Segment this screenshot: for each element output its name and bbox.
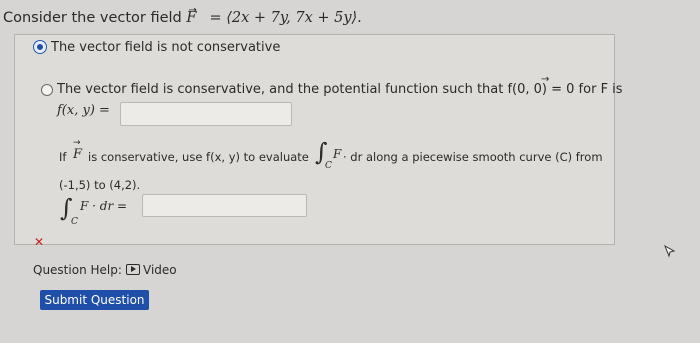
integral-input[interactable] [142,194,307,217]
cursor-icon [664,244,676,258]
field-symbol-3: F [333,147,342,161]
vector-arrow-icon: → [541,74,550,85]
integral-sub-2: C [71,217,78,227]
vector-arrow-icon: → [188,5,197,16]
question-prompt: Consider the vector field F→ = ⟨2x + 7y,… [3,5,362,26]
question-help-label: Question Help: [33,263,122,277]
video-icon [126,264,140,275]
submit-question-button[interactable]: Submit Question [40,290,149,310]
evaluate-prefix: If [59,150,67,164]
evaluate-mid: is conservative, use f(x, y) to evaluate [88,150,309,164]
video-label: Video [143,263,177,277]
integral-sub: C [325,161,332,171]
incorrect-mark-icon: ✕ [34,235,45,249]
vector-arrow-icon: → [73,138,81,148]
potential-input[interactable] [120,102,292,126]
prompt-text: Consider the vector field [3,10,187,26]
option-conservative-label: The vector field is conservative, and th… [57,82,623,97]
evaluate-points: (-1,5) to (4,2). [59,178,141,192]
evaluate-suffix: · dr along a piecewise smooth curve (C) … [343,150,603,164]
radio-not-conservative[interactable] [34,41,46,53]
integral-body: F · dr = [80,199,128,213]
radio-conservative[interactable] [41,84,53,96]
option-not-conservative-label: The vector field is not conservative [51,40,281,55]
field-value: ⟨2x + 7y, 7x + 5y⟩. [226,10,362,26]
video-link[interactable]: Video [126,263,177,277]
field-equals: = [209,10,222,26]
potential-label: f(x, y) = [57,103,110,118]
field-symbol-2: F [73,147,83,162]
